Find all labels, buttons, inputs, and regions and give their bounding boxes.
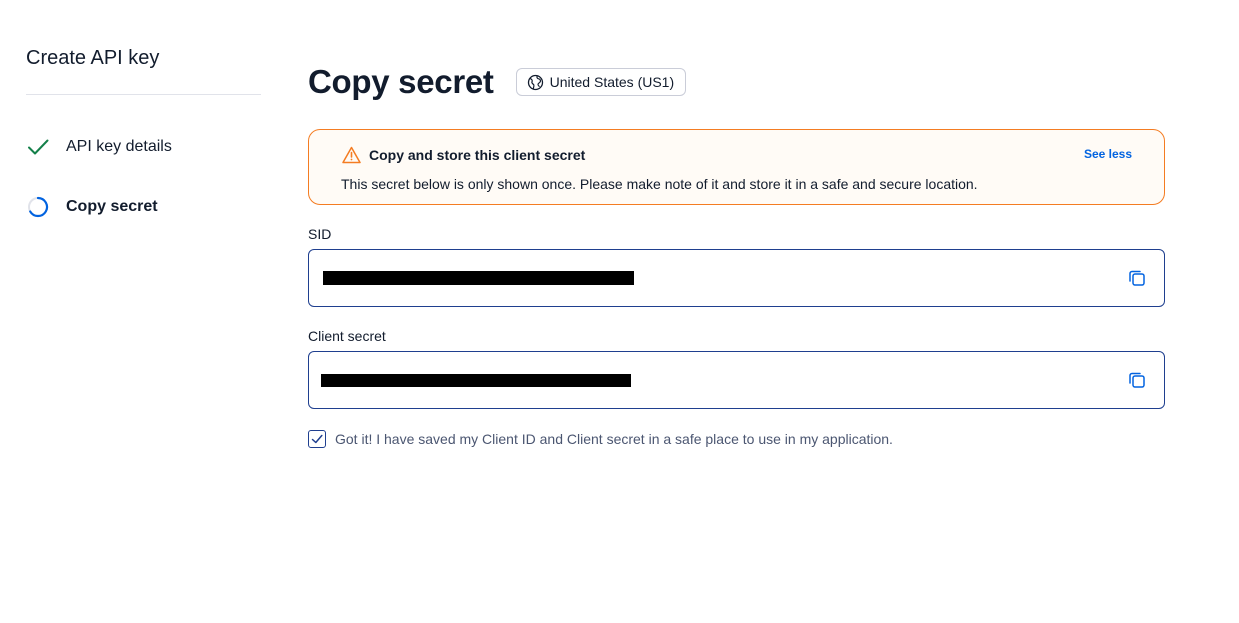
progress-spinner-icon [26,193,54,221]
sid-label: SID [308,226,332,242]
copy-sid-button[interactable] [1126,267,1148,289]
checkmark-icon [26,133,54,161]
sidebar-divider [26,94,261,95]
main-content: Copy secret United States (US1) Copy and… [308,60,1165,449]
copy-icon [1129,270,1145,286]
region-label: United States (US1) [549,74,675,90]
header-row: Copy secret United States (US1) [308,60,1165,104]
region-badge: United States (US1) [515,68,687,96]
callout-title: Copy and store this client secret [369,147,586,163]
warning-icon [342,146,361,164]
sid-redaction-bar [323,271,634,285]
client-secret-field[interactable] [308,351,1165,409]
step-label: API key details [66,138,172,155]
confirm-label: Got it! I have saved my Client ID and Cl… [335,431,893,447]
see-less-link[interactable]: See less [1084,147,1132,161]
wizard-steps: API key details Copy secret [26,133,261,221]
client-secret-label: Client secret [308,328,386,344]
copy-icon [1129,372,1145,388]
sid-field[interactable] [308,249,1165,307]
copy-client-secret-button[interactable] [1126,369,1148,391]
checkbox-check-icon [311,434,323,444]
callout-body: This secret below is only shown once. Pl… [341,176,978,192]
client-secret-redaction-bar [321,374,631,387]
globe-icon [527,74,544,91]
confirm-checkbox[interactable] [308,430,326,448]
step-label: Copy secret [66,198,158,215]
wizard-sidebar: Create API key API key details Copy secr… [26,44,261,253]
confirm-row: Got it! I have saved my Client ID and Cl… [308,429,1165,449]
step-api-key-details[interactable]: API key details [26,133,261,161]
sidebar-title: Create API key [26,47,160,69]
warning-callout: Copy and store this client secret This s… [308,129,1165,205]
step-copy-secret[interactable]: Copy secret [26,193,261,221]
create-api-key-page: Create API key API key details Copy secr… [0,0,1239,623]
page-title: Copy secret [308,63,494,100]
